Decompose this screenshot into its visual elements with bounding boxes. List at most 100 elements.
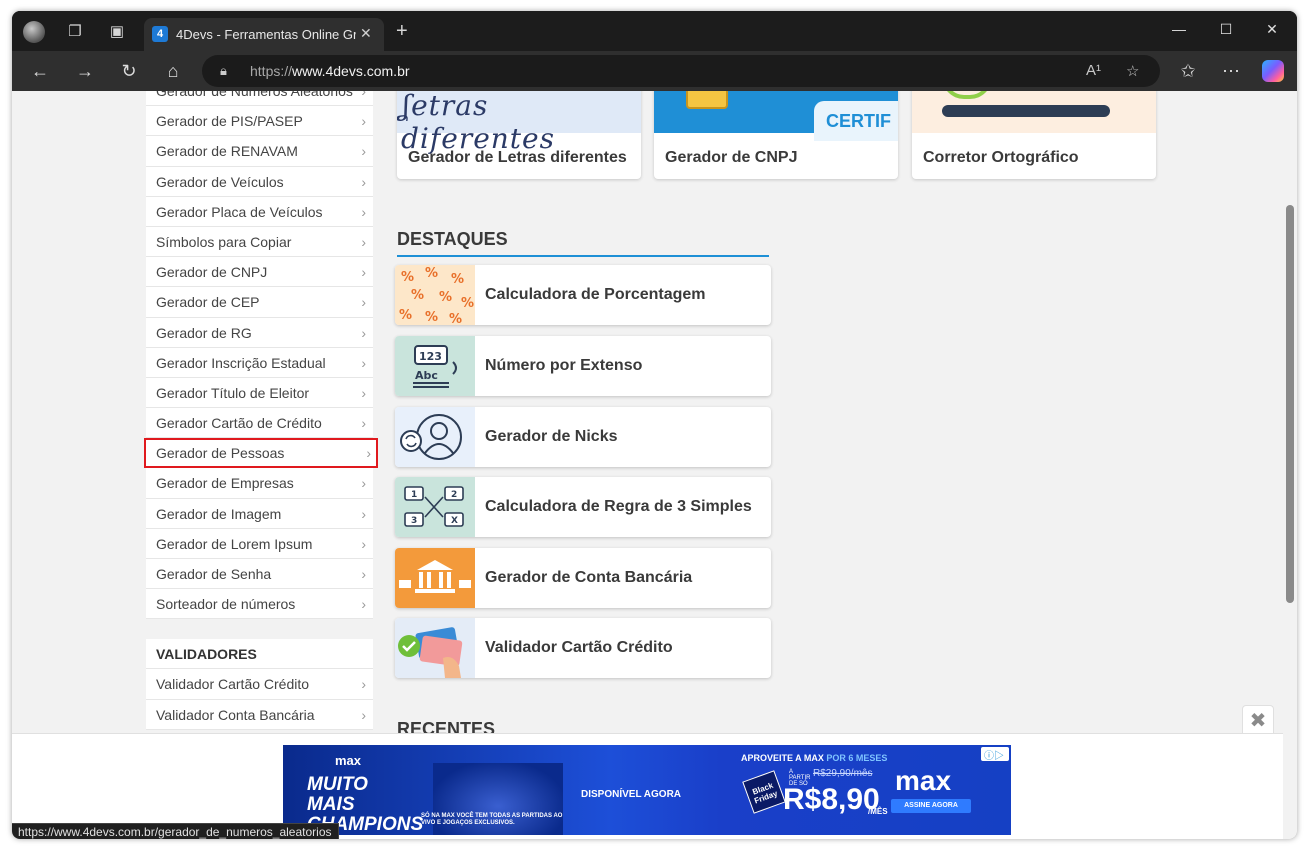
sidebar-item[interactable]: Gerador Inscrição Estadual › — [146, 347, 373, 378]
close-window-icon[interactable]: ✕ — [1262, 21, 1282, 38]
sidebar-item-label: Gerador de Empresas — [156, 475, 294, 492]
destaque-porcentagem[interactable]: %%% %%% %%% Calculadora de Porcentagem — [395, 265, 771, 325]
sidebar-item[interactable]: Gerador de PIS/PASEP › — [146, 106, 373, 137]
sidebar-item[interactable]: Gerador de Pessoas › — [144, 438, 378, 469]
status-url: https://www.4devs.com.br/gerador_de_nume… — [12, 823, 339, 839]
url-text: https://www.4devs.com.br — [250, 63, 410, 79]
card-letras-diferentes[interactable]: ʆetras diferentes Gerador de Letras dife… — [397, 91, 641, 179]
destaque-label: Calculadora de Porcentagem — [485, 286, 706, 303]
favorites-icon[interactable]: ✩ — [1177, 60, 1199, 82]
destaque-conta-bancaria[interactable]: Gerador de Conta Bancária — [395, 548, 771, 608]
chevron-right-icon: › — [361, 566, 366, 582]
sidebar-item[interactable]: Gerador de CNPJ › — [146, 257, 373, 288]
sidebar-item-label: Gerador de Veículos — [156, 173, 284, 190]
minimize-icon[interactable]: — — [1169, 21, 1189, 37]
chip-icon — [686, 91, 728, 109]
svg-text:%: % — [425, 310, 438, 325]
tab-bar: ❐ ▣ 4 4Devs - Ferramentas Online Grátis … — [12, 11, 1297, 51]
destaque-validador-cartao[interactable]: Validador Cartão Crédito — [395, 618, 771, 678]
ad-subscribe-button[interactable]: ASSINE AGORA — [891, 799, 971, 813]
sidebar-item[interactable]: Validador Cartão Crédito › — [146, 669, 373, 700]
rule-of-three-icon: 1 2 3 X — [395, 477, 475, 537]
sidebar-item[interactable]: Gerador de Empresas › — [146, 468, 373, 499]
destaque-nicks[interactable]: Gerador de Nicks — [395, 407, 771, 467]
more-icon[interactable]: ⋯ — [1220, 60, 1242, 82]
card-corretor[interactable]: Corretor Ortográfico — [912, 91, 1156, 179]
sidebar-item[interactable]: Símbolos para Copiar › — [146, 226, 373, 258]
sidebar-item[interactable]: Gerador de Números Aleatórios › — [146, 91, 373, 107]
chevron-right-icon: › — [361, 113, 366, 130]
scrollbar-thumb[interactable] — [1286, 205, 1294, 603]
sidebar-item-label: Sorteador de números — [156, 596, 296, 613]
lock-icon: 🔒︎ — [220, 63, 227, 78]
sidebar-item[interactable]: Gerador de Imagem › — [146, 498, 373, 529]
home-icon[interactable]: ⌂ — [162, 60, 184, 82]
sidebar-item-label: Símbolos para Copiar — [156, 233, 292, 250]
svg-text:%: % — [449, 312, 462, 325]
sidebar-item-label: Gerador de Pessoas — [156, 445, 285, 462]
card-check-icon — [395, 618, 475, 678]
chevron-right-icon: › — [361, 384, 366, 401]
sidebar: Gerador de Números Aleatórios › Gerador de… — [144, 91, 378, 730]
svg-text:%: % — [461, 296, 474, 311]
profile-avatar[interactable] — [23, 21, 45, 43]
tab-actions-icon[interactable]: ▣ — [106, 21, 128, 43]
close-tab-icon[interactable]: ✕ — [360, 25, 372, 42]
sidebar-item-label: Validador Conta Bancária — [156, 706, 315, 723]
sidebar-item[interactable]: Gerador de RENAVAM › — [146, 136, 373, 167]
sidebar-item[interactable]: Sorteador de números › — [146, 589, 373, 620]
sidebar-item[interactable]: Gerador de Lorem Ipsum › — [146, 528, 373, 559]
sidebar-item[interactable]: Gerador Cartão de Crédito › — [146, 408, 373, 439]
refresh-icon[interactable]: ↻ — [118, 60, 140, 82]
sidebar-item-label: Gerador de CEP — [156, 294, 260, 311]
number-words-icon: 123 Abc — [395, 336, 475, 396]
sidebar-item[interactable]: Gerador de CEP › — [146, 287, 373, 318]
favorite-star-icon[interactable]: ☆ — [1126, 62, 1139, 80]
ad-promo: APROVEITE A MAX POR 6 MESES — [741, 753, 888, 763]
sidebar-item[interactable]: Validador Conta Bancária › — [146, 699, 373, 730]
copilot-icon[interactable] — [1262, 60, 1284, 82]
chevron-right-icon: › — [361, 203, 366, 220]
sidebar-item-label: Gerador de Imagem — [156, 505, 282, 522]
sidebar-item[interactable]: Gerador Título de Eleitor › — [146, 377, 373, 409]
workspaces-icon[interactable]: ❐ — [64, 21, 86, 43]
corretor-image — [912, 91, 1156, 133]
ad-choices-icon[interactable]: ⓘ▷ — [981, 747, 1009, 762]
sidebar-item[interactable]: Gerador de RG › — [146, 317, 373, 348]
chevron-right-icon: › — [361, 91, 366, 99]
maximize-icon[interactable]: ☐ — [1216, 21, 1236, 38]
card-title: Gerador de CNPJ — [665, 149, 798, 166]
svg-text:X: X — [451, 516, 458, 526]
destaque-label: Gerador de Conta Bancária — [485, 569, 693, 586]
chevron-right-icon: › — [361, 143, 366, 160]
ad-price: R$8,90 — [783, 783, 880, 816]
sidebar-item[interactable]: Gerador de Veículos › — [146, 166, 373, 197]
ad-per-month: /MÊS — [868, 807, 888, 816]
destaque-numero-extenso[interactable]: 123 Abc Número por Extenso — [395, 336, 771, 396]
scrollbar[interactable] — [1283, 91, 1297, 839]
ad-close-icon[interactable]: ✖ — [1242, 705, 1274, 735]
svg-text:%: % — [399, 308, 412, 323]
sidebar-item[interactable]: Gerador Placa de Veículos › — [146, 196, 373, 227]
ad-banner[interactable]: max MUITO MAIS CHAMPIONS SÓ NA MAX VOCÊ … — [283, 745, 1011, 835]
address-bar[interactable]: 🔒︎ https://www.4devs.com.br A¹ ☆ — [202, 55, 1160, 87]
sidebar-item-label: Gerador de Senha — [156, 566, 272, 582]
sidebar-item-label: Gerador de Lorem Ipsum — [156, 535, 313, 552]
sidebar-item[interactable]: Gerador de Senha › — [146, 559, 373, 590]
validators-heading: VALIDADORES — [146, 639, 373, 670]
forward-icon[interactable]: → — [74, 60, 96, 82]
sidebar-item-label: Gerador de CNPJ — [156, 264, 268, 281]
read-aloud-icon[interactable]: A¹ — [1086, 62, 1101, 79]
destaque-regra-de-3[interactable]: 1 2 3 X Calculadora de Regra de 3 Simples — [395, 477, 771, 537]
back-icon[interactable]: ← — [29, 60, 51, 82]
svg-text:Abc: Abc — [415, 369, 438, 382]
svg-text:123: 123 — [419, 350, 442, 363]
sidebar-item-label: Gerador de PIS/PASEP — [156, 113, 303, 130]
active-tab[interactable]: 4 4Devs - Ferramentas Online Grátis ✕ — [144, 18, 384, 51]
svg-text:%: % — [411, 288, 424, 303]
card-cnpj[interactable]: CERTIF Gerador de CNPJ — [654, 91, 898, 179]
chevron-right-icon: › — [361, 324, 366, 341]
new-tab-icon[interactable]: + — [396, 20, 408, 43]
sidebar-item-label: Gerador Cartão de Crédito — [156, 415, 322, 432]
card-title: Gerador de Letras diferentes — [408, 149, 627, 166]
